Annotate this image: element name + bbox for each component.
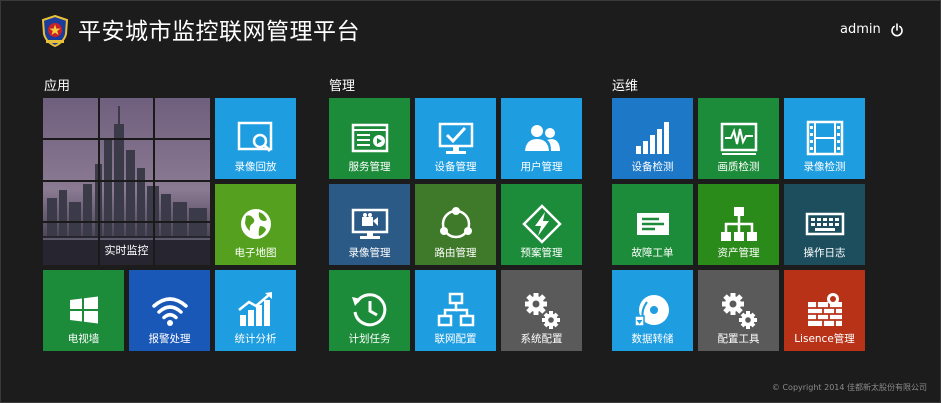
tile-label: Lisence管理 [794, 333, 855, 345]
tile-label: 电视墙 [67, 333, 100, 345]
gears-icon [717, 288, 761, 332]
tile-label: 报警处理 [148, 333, 191, 345]
header: 平安城市监控联网管理平台 admin [0, 0, 941, 64]
tile-device-mgmt[interactable]: 设备管理 [415, 98, 496, 179]
tile-scheduled-tasks[interactable]: 计划任务 [329, 270, 410, 351]
monitor-check-icon [434, 116, 478, 160]
tile-label: 资产管理 [717, 247, 760, 259]
tile-label: 设备检测 [631, 161, 674, 173]
tile-user-mgmt[interactable]: 用户管理 [501, 98, 582, 179]
clock-icon [348, 288, 392, 332]
tile-label: 联网配置 [434, 333, 477, 345]
tile-operation-log[interactable]: 操作日志 [784, 184, 865, 265]
waveform-icon [717, 116, 761, 160]
tile-realtime-monitor[interactable]: 实时监控 [43, 98, 210, 265]
tile-record-playback[interactable]: 录像回放 [215, 98, 296, 179]
tile-system-config[interactable]: 系统配置 [501, 270, 582, 351]
tile-stats[interactable]: 统计分析 [215, 270, 296, 351]
tile-label: 路由管理 [434, 247, 477, 259]
power-icon[interactable] [890, 23, 904, 37]
tile-label: 统计分析 [234, 333, 277, 345]
tile-fault-ticket[interactable]: 故障工单 [612, 184, 693, 265]
brick-wall-icon [803, 288, 847, 332]
film-icon [803, 116, 847, 160]
tile-label: 计划任务 [348, 333, 391, 345]
section-title-management: 管理 [329, 79, 356, 94]
tile-label: 设备管理 [434, 161, 477, 173]
tile-label: 电子地图 [234, 247, 277, 259]
camera-screen-icon [348, 202, 392, 246]
tile-service-mgmt[interactable]: 服务管理 [329, 98, 410, 179]
tile-tv-wall[interactable]: 电视墙 [43, 270, 124, 351]
tile-label: 配置工具 [717, 333, 760, 345]
org-chart-icon [717, 202, 761, 246]
route-cycle-icon [434, 202, 478, 246]
search-screen-icon [234, 116, 278, 160]
tile-label: 录像管理 [348, 247, 391, 259]
network-tree-icon [434, 288, 478, 332]
tile-record-check[interactable]: 录像检测 [784, 98, 865, 179]
app-title: 平安城市监控联网管理平台 [78, 19, 360, 45]
copyright: © Copyright 2014 佳都新太股份有限公司 [771, 383, 927, 392]
section-title-operations: 运维 [612, 79, 639, 94]
tile-label: 录像回放 [234, 161, 277, 173]
keyboard-icon [803, 202, 847, 246]
tile-label: 系统配置 [520, 333, 563, 345]
username[interactable]: admin [840, 22, 881, 38]
globe-icon [234, 202, 278, 246]
tile-label: 预案管理 [520, 247, 563, 259]
signal-bars-icon [631, 116, 675, 160]
tile-e-map[interactable]: 电子地图 [215, 184, 296, 265]
tile-network-config[interactable]: 联网配置 [415, 270, 496, 351]
section-title-apps: 应用 [44, 79, 71, 94]
tile-alarm[interactable]: 报警处理 [129, 270, 210, 351]
police-emblem-logo [41, 15, 69, 47]
tile-image-check[interactable]: 画质检测 [698, 98, 779, 179]
tile-label: 录像检测 [803, 161, 846, 173]
lightning-icon [520, 202, 564, 246]
windows-icon [62, 288, 106, 332]
city-photo [43, 98, 210, 265]
tile-label: 画质检测 [717, 161, 760, 173]
tile-route-mgmt[interactable]: 路由管理 [415, 184, 496, 265]
tile-label: 数据转储 [631, 333, 674, 345]
tile-label: 操作日志 [803, 247, 846, 259]
media-panel-icon [348, 116, 392, 160]
tile-plan-mgmt[interactable]: 预案管理 [501, 184, 582, 265]
wifi-icon [148, 288, 192, 332]
tile-license-mgmt[interactable]: Lisence管理 [784, 270, 865, 351]
users-icon [520, 116, 564, 160]
tile-label: 用户管理 [520, 161, 563, 173]
ticket-icon [631, 202, 675, 246]
tile-asset-mgmt[interactable]: 资产管理 [698, 184, 779, 265]
tile-config-tools[interactable]: 配置工具 [698, 270, 779, 351]
tile-label: 服务管理 [348, 161, 391, 173]
tile-data-transfer[interactable]: 数据转储 [612, 270, 693, 351]
tile-record-mgmt[interactable]: 录像管理 [329, 184, 410, 265]
tile-label: 故障工单 [631, 247, 674, 259]
gears-icon [520, 288, 564, 332]
bar-chart-icon [234, 288, 278, 332]
tile-label: 实时监控 [104, 244, 149, 257]
tile-device-check[interactable]: 设备检测 [612, 98, 693, 179]
disc-icon [631, 288, 675, 332]
